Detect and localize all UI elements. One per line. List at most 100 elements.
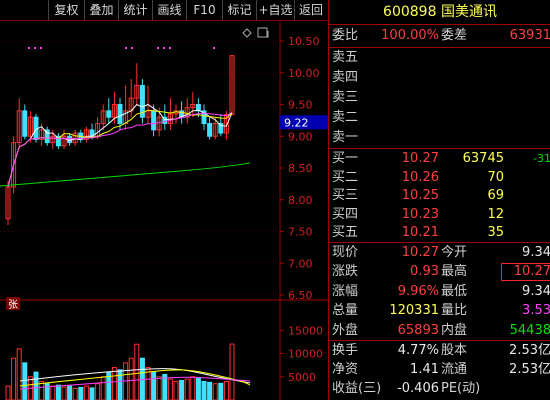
volume-bar — [89, 387, 95, 400]
stock-title: 600898 国美通讯 — [329, 0, 550, 24]
bid-label: 买五 — [332, 225, 359, 241]
diamond-icon — [242, 28, 252, 38]
volume-bar — [111, 366, 117, 400]
volume-bar — [218, 382, 224, 400]
extra-row: 净资 1.41 流通 2.53亿 — [329, 360, 550, 380]
stat-value: 65893 — [397, 322, 439, 338]
bid-volume: 35 — [487, 225, 504, 241]
overlay-button[interactable]: 叠加 — [84, 0, 118, 20]
event-marker-dot — [213, 47, 215, 49]
extra-value: 2.53亿 — [509, 362, 550, 377]
stock-terminal-window: 复权 叠加 统计 画线 F10 标记 +自选 返回 10.50 10.00 9.50… — [0, 0, 550, 400]
ask-label: 卖五 — [332, 50, 359, 65]
bid-row: 买二 10.26 70 — [329, 168, 550, 188]
price-tick-label: 9.00 — [288, 130, 313, 143]
stock-code: 600898 — [383, 4, 437, 20]
bid-volume: 12 — [487, 206, 504, 222]
volume-bar — [167, 378, 173, 400]
volume-bar — [229, 343, 235, 400]
volume-bar — [156, 376, 162, 400]
stat-label: 最低 — [441, 283, 468, 299]
bid-row: 买一 10.27 63745 -31 — [329, 149, 550, 169]
ask-row: 卖四 — [329, 68, 550, 88]
stat-row: 涨幅 9.96% 最低 9.34 — [329, 282, 550, 302]
price-tick-label: 10.00 — [288, 67, 320, 80]
event-marker-dot — [163, 47, 165, 49]
extra-label: PE(动) — [441, 381, 481, 396]
volume-bar — [11, 357, 17, 400]
bid-row: 买五 10.21 35 — [329, 223, 550, 243]
volume-bar — [190, 376, 196, 400]
event-marker-dot — [28, 47, 30, 49]
candle-body — [22, 110, 28, 137]
stat-row: 总量 120331 量比 3.53 — [329, 301, 550, 321]
quote-panel: 600898 国美通讯 委比 100.00% 委差 63931 卖五 卖四 卖三 卖二… — [328, 0, 550, 400]
volume-bar — [39, 380, 45, 400]
statistics-button[interactable]: 统计 — [118, 0, 152, 20]
weicha-label: 委差 — [441, 28, 468, 43]
f10-button[interactable]: F10 — [186, 0, 222, 20]
extra-label: 换手 — [332, 343, 359, 358]
bid-price: 10.26 — [401, 169, 439, 185]
stat-label: 今开 — [441, 245, 468, 260]
price-tick-label: 10.50 — [288, 35, 320, 48]
limit-up-highlight — [501, 263, 550, 282]
candle-body — [106, 110, 112, 118]
stat-label: 涨幅 — [332, 283, 359, 299]
volume-bar — [16, 348, 22, 400]
draw-line-button[interactable]: 画线 — [152, 0, 186, 20]
ask-row: 卖一 — [329, 128, 550, 148]
price-tick-label: 8.00 — [288, 194, 313, 207]
volume-bar — [212, 383, 218, 400]
bid-volume: 69 — [487, 188, 504, 204]
extra-row: 收益(三) -0.406 PE(动) — [329, 379, 550, 399]
stat-label: 内盘 — [441, 322, 468, 338]
kline-chart[interactable]: 10.50 10.00 9.50 9.00 8.50 8.00 7.50 7.00 6.50 9.… — [0, 21, 328, 400]
stat-row: 现价 10.27 今开 9.34 — [329, 243, 550, 263]
event-marker-dot — [131, 47, 133, 49]
volume-bar — [78, 386, 84, 400]
volume-tick-label: 15000 — [288, 324, 323, 337]
ask-label: 卖二 — [332, 110, 359, 125]
volume-tick-label: 10000 — [288, 348, 323, 361]
back-button[interactable]: 返回 — [294, 0, 327, 20]
ask-label: 卖一 — [332, 130, 359, 145]
fuquan-button[interactable]: 复权 — [48, 0, 84, 20]
volume-bar — [72, 387, 78, 400]
candle-body — [117, 104, 123, 125]
volume-bar — [207, 381, 213, 400]
volume-bar — [195, 377, 201, 400]
bid-row: 买三 10.25 69 — [329, 186, 550, 206]
stat-label: 涨跌 — [332, 264, 359, 280]
volume-bar — [184, 378, 190, 400]
volume-bar — [55, 384, 61, 400]
stat-row: 涨跌 0.93 最高 10.27 — [329, 262, 550, 282]
extra-value: -0.406 — [397, 381, 439, 396]
extra-value: 1.41 — [410, 362, 439, 377]
bid-price: 10.21 — [401, 225, 439, 241]
ask-row: 卖三 — [329, 88, 550, 108]
chart-toolbar: 复权 叠加 统计 画线 F10 标记 +自选 返回 — [0, 0, 327, 21]
extra-value: 2.53亿 — [509, 343, 550, 358]
event-marker-dot — [40, 47, 42, 49]
stat-label: 最高 — [441, 264, 468, 280]
event-marker-dot — [34, 47, 36, 49]
bid-volume: 63745 — [462, 151, 504, 166]
extra-label: 净资 — [332, 362, 359, 377]
extra-label: 股本 — [441, 343, 468, 358]
volume-bar — [22, 362, 28, 400]
bid-row: 买四 10.23 12 — [329, 205, 550, 225]
mark-button[interactable]: 标记 — [222, 0, 256, 20]
add-watchlist-button[interactable]: +自选 — [256, 0, 294, 20]
volume-bar — [201, 380, 207, 400]
volume-bar — [100, 376, 106, 400]
ask-row: 卖二 — [329, 108, 550, 128]
stat-value: 10.27 — [401, 245, 439, 260]
volume-bar — [117, 369, 123, 400]
price-tick-label: 7.50 — [288, 226, 313, 239]
price-tick-label: 6.50 — [288, 289, 313, 302]
price-tick-label: 7.00 — [288, 257, 313, 270]
bid-label: 买一 — [332, 151, 359, 166]
event-marker-dot — [157, 47, 159, 49]
stat-value: 120331 — [389, 303, 439, 319]
